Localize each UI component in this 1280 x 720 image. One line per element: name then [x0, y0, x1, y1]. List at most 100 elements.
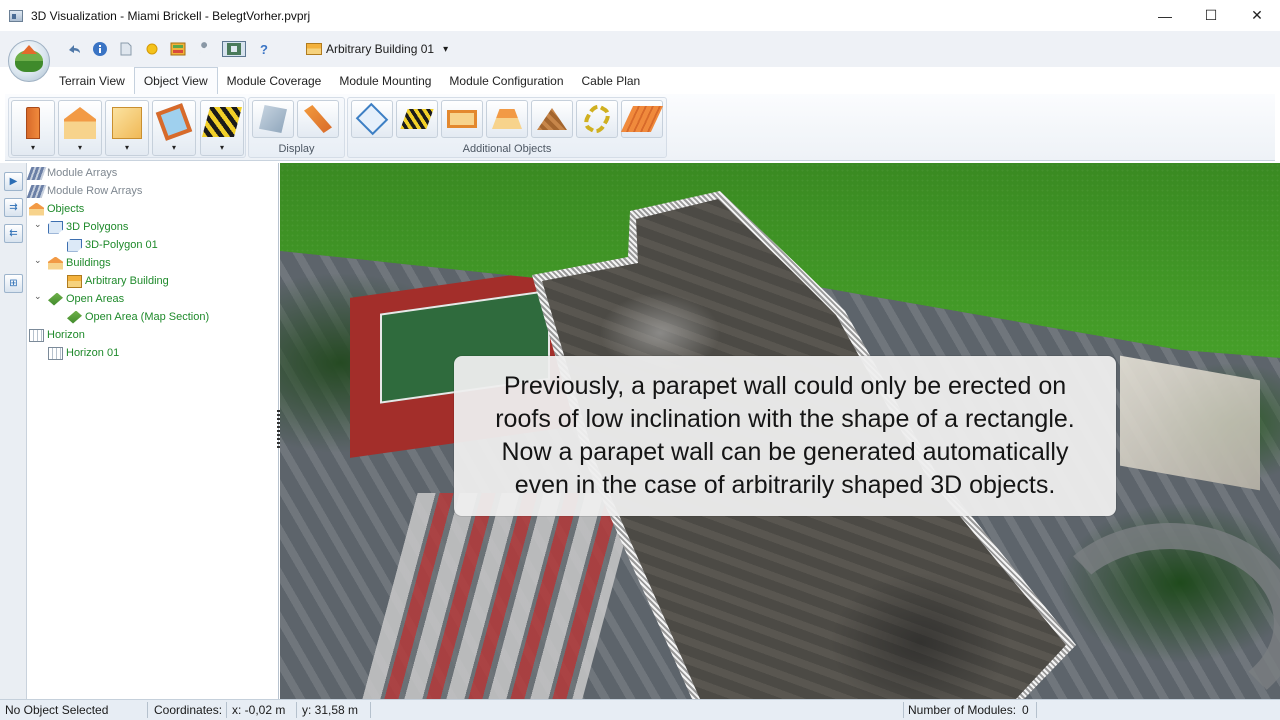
buildings-icon: [48, 256, 63, 270]
ribbon-panel: ▾ ▾ ▾ ▾ ▾ Display Additional Objects: [5, 94, 1275, 161]
expand-caret-icon[interactable]: ⌄: [34, 219, 42, 230]
status-separator: [147, 702, 148, 718]
screenshot-icon[interactable]: [222, 41, 246, 57]
application-menu-button[interactable]: [8, 40, 50, 82]
parking-lot: [362, 493, 638, 699]
tree-item-label: Module Row Arrays: [47, 185, 143, 197]
caption-line: roofs of low inclination with the shape …: [495, 405, 1075, 433]
ribbon-tabs: Terrain View Object View Module Coverage…: [50, 67, 649, 94]
chevron-down-icon: ▾: [124, 143, 129, 152]
tab-module-mounting[interactable]: Module Mounting: [330, 67, 440, 94]
caption-overlay: Previously, a parapet wall could only be…: [454, 356, 1116, 516]
tree-item-3d-polygon-01[interactable]: 3D-Polygon 01: [67, 236, 158, 254]
ring-object-button[interactable]: [576, 100, 618, 138]
app-window-icon: [9, 9, 23, 22]
tree-item-label: Objects: [47, 203, 85, 215]
caption-line: Now a parapet wall can be generated auto…: [501, 438, 1069, 466]
box-building-icon: [112, 107, 142, 139]
help-icon[interactable]: ?: [256, 41, 272, 57]
tree-item-open-area-map-section[interactable]: Open Area (Map Section): [67, 308, 209, 326]
gable-roof-button[interactable]: ▾: [58, 100, 102, 156]
tree-item-objects[interactable]: Objects: [29, 200, 84, 218]
roof-object-button[interactable]: [486, 100, 528, 138]
tree-item-label: Buildings: [66, 257, 111, 269]
neighbor-building: [1120, 355, 1260, 491]
caption-line: Previously, a parapet wall could only be…: [503, 372, 1067, 400]
status-bar: No Object Selected Coordinates: x: -0,02…: [0, 699, 1280, 720]
coordinates-label: Coordinates:: [154, 703, 223, 717]
window-controls: — ☐ ✕: [1142, 0, 1280, 31]
tree-item-3d-polygons[interactable]: 3D Polygons: [48, 218, 128, 236]
tree-item-label: Open Areas: [66, 293, 125, 305]
tree-item-label: 3D Polygons: [66, 221, 129, 233]
info-icon[interactable]: [92, 41, 108, 57]
gable-roof-icon: [64, 107, 96, 139]
chevron-down-icon: ▾: [77, 143, 82, 152]
expand-tree-icon[interactable]: ⇉: [4, 198, 23, 217]
display-edges-button[interactable]: [297, 100, 339, 138]
horizon-icon: [48, 346, 63, 360]
expand-caret-icon[interactable]: ⌄: [34, 291, 42, 302]
caption-line: even in the case of arbitrarily shaped 3…: [514, 471, 1056, 499]
expand-caret-icon[interactable]: ⌄: [34, 255, 42, 266]
status-separator: [370, 702, 371, 718]
tree-item-label: 3D-Polygon 01: [85, 239, 158, 251]
display-transparent-button[interactable]: [252, 100, 294, 138]
x-coordinate: x: -0,02 m: [232, 703, 286, 717]
polygon-icon: [67, 238, 82, 252]
skylight-button[interactable]: ▾: [152, 100, 196, 156]
additional-objects-label: Additional Objects: [462, 143, 552, 155]
tree-item-horizon-01[interactable]: Horizon 01: [48, 344, 119, 362]
ring-object-icon: [580, 101, 614, 137]
tree-item-label: Open Area (Map Section): [85, 311, 210, 323]
object-selector-dropdown[interactable]: Arbitrary Building 01 ▾: [306, 39, 448, 59]
tree-item-open-areas[interactable]: Open Areas: [48, 290, 124, 308]
play-icon[interactable]: ▶: [4, 172, 23, 191]
building-icon: [67, 274, 82, 288]
stripe-object-button[interactable]: [396, 100, 438, 138]
maximize-button[interactable]: ☐: [1188, 0, 1234, 31]
tab-module-coverage[interactable]: Module Coverage: [218, 67, 331, 94]
collapse-tree-icon[interactable]: ⇇: [4, 224, 23, 243]
hatched-area-button[interactable]: ▾: [200, 100, 244, 156]
open-area-icon: [67, 310, 82, 324]
left-tool-strip: ▶ ⇉ ⇇ ⊞: [0, 163, 27, 699]
pin-object-button[interactable]: [351, 100, 393, 138]
objects-group: ▾ ▾ ▾ ▾ ▾: [8, 97, 246, 158]
undo-icon[interactable]: [66, 41, 82, 57]
tree-item-arbitrary-building[interactable]: Arbitrary Building: [67, 272, 169, 290]
wrench-icon[interactable]: [196, 41, 212, 57]
chevron-down-icon: ▾: [219, 143, 224, 152]
plank-object-icon: [620, 106, 664, 132]
tree-item-module-row-arrays[interactable]: Module Row Arrays: [26, 182, 143, 200]
tree-item-module-arrays[interactable]: Module Arrays: [26, 164, 117, 182]
stripe-object-icon: [400, 109, 434, 129]
tab-terrain-view[interactable]: Terrain View: [50, 67, 134, 94]
tab-module-configuration[interactable]: Module Configuration: [440, 67, 572, 94]
document-icon[interactable]: [118, 41, 134, 57]
close-button[interactable]: ✕: [1234, 0, 1280, 31]
sun-icon[interactable]: [144, 41, 160, 57]
tree-item-label: Horizon 01: [66, 347, 120, 359]
tree-item-horizon[interactable]: Horizon: [29, 326, 85, 344]
minimize-button[interactable]: —: [1142, 0, 1188, 31]
additional-objects-group: Additional Objects: [347, 97, 667, 158]
skylight-icon: [155, 103, 193, 141]
chimney-button[interactable]: ▾: [11, 100, 55, 156]
plank-object-button[interactable]: [620, 100, 664, 138]
tray-object-button[interactable]: [441, 100, 483, 138]
building-icon: [306, 43, 322, 55]
layout-icon[interactable]: [170, 41, 186, 57]
chevron-down-icon: ▾: [443, 43, 449, 55]
display-group-label: Display: [278, 143, 315, 155]
pyramid-object-icon: [537, 108, 567, 130]
open-area-icon: [48, 292, 63, 306]
tab-object-view[interactable]: Object View: [133, 67, 218, 94]
box-building-button[interactable]: ▾: [105, 100, 149, 156]
pyramid-object-button[interactable]: [531, 100, 573, 138]
tree-item-buildings[interactable]: Buildings: [48, 254, 111, 272]
tab-cable-plan[interactable]: Cable Plan: [573, 67, 650, 94]
module-count-label: Number of Modules:: [908, 703, 1017, 717]
tree-view-icon[interactable]: ⊞: [4, 274, 23, 293]
window-title: 3D Visualization - Miami Brickell - Bele…: [31, 8, 311, 23]
